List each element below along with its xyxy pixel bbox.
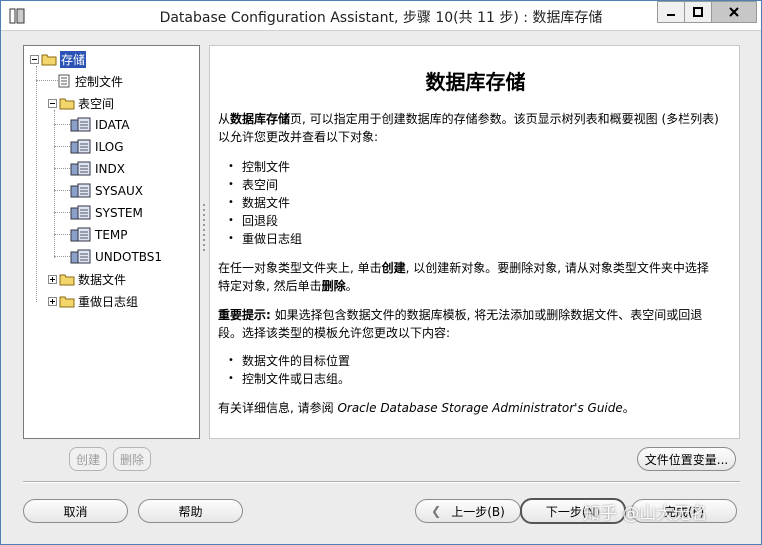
close-button[interactable] — [711, 1, 757, 23]
folder-open-icon — [41, 54, 57, 65]
help-content-panel: 数据库存储 从数据库存储页, 可以指定用于创建数据库的存储参数。该页显示树列表和… — [209, 45, 740, 439]
list-item: 控制文件 — [228, 158, 290, 176]
list-item: 重做日志组 — [228, 230, 302, 248]
tablespace-icon — [70, 139, 91, 154]
minimize-button[interactable] — [657, 1, 685, 23]
more-info-paragraph: 有关详细信息, 请参阅 Oracle Database Storage Admi… — [218, 401, 635, 415]
tree-item-tablespace[interactable]: TEMP — [70, 226, 128, 244]
chevron-left-icon: ❮ — [431, 504, 442, 518]
cancel-button[interactable]: 取消 — [23, 499, 128, 523]
tree-item-tablespaces[interactable]: 表空间 — [48, 94, 114, 112]
tree-item-control-files[interactable]: 控制文件 — [58, 72, 123, 90]
tree-item-tablespace[interactable]: SYSAUX — [70, 182, 143, 200]
list-item: 数据文件的目标位置 — [228, 352, 350, 370]
delete-button[interactable]: 删除 — [113, 447, 151, 471]
panel-splitter[interactable] — [202, 201, 206, 281]
folder-icon — [59, 274, 75, 285]
page-title: 数据库存储 — [425, 70, 526, 94]
list-item: 回退段 — [228, 212, 278, 230]
list-item: 表空间 — [228, 176, 278, 194]
dbca-window: Database Configuration Assistant, 步骤 10(… — [0, 0, 762, 545]
expand-icon[interactable] — [48, 296, 57, 306]
tree-item-tablespace[interactable]: UNDOTBS1 — [70, 248, 162, 266]
divider — [23, 481, 740, 483]
create-delete-paragraph: 在任一对象类型文件夹上, 单击创建, 以创建新对象。要删除对象, 请从对象类型文… — [218, 261, 709, 293]
tablespace-icon — [70, 161, 91, 176]
tablespace-icon — [70, 205, 91, 220]
close-icon — [729, 7, 739, 17]
collapse-icon[interactable] — [48, 98, 57, 108]
tree-item-datafiles[interactable]: 数据文件 — [48, 270, 126, 288]
folder-icon — [59, 296, 75, 307]
expand-icon[interactable] — [48, 274, 57, 284]
back-button[interactable]: ❮ 上一步(B) — [415, 499, 521, 523]
tree-item-tablespace[interactable]: SYSTEM — [70, 204, 143, 222]
list-item: 控制文件或日志组。 — [228, 370, 350, 388]
maximize-button[interactable] — [684, 1, 712, 23]
create-button[interactable]: 创建 — [69, 447, 107, 471]
help-button[interactable]: 帮助 — [138, 499, 243, 523]
tablespace-icon — [70, 249, 91, 264]
tree-item-redo-log-groups[interactable]: 重做日志组 — [48, 292, 138, 310]
title-bar: Database Configuration Assistant, 步骤 10(… — [1, 1, 761, 31]
tree-item-tablespace[interactable]: INDX — [70, 160, 125, 178]
folder-open-icon — [59, 98, 75, 109]
list-item: 数据文件 — [228, 194, 290, 212]
tree-item-storage[interactable]: 存储 — [30, 50, 87, 68]
control-file-icon — [58, 74, 70, 88]
tablespace-icon — [70, 183, 91, 198]
tablespace-icon — [70, 117, 91, 132]
minimize-icon — [667, 14, 675, 16]
file-location-variables-button[interactable]: 文件位置变量... — [637, 447, 736, 471]
collapse-icon[interactable] — [30, 54, 39, 64]
watermark: 知乎 @山大无名 — [583, 504, 708, 524]
maximize-icon — [693, 7, 703, 17]
tablespace-icon — [70, 227, 91, 242]
guide-title: Oracle Database Storage Administrator's … — [337, 401, 623, 415]
intro-paragraph: 从数据库存储页, 可以指定用于创建数据库的存储参数。该页显示树列表和概要视图 (… — [218, 112, 719, 144]
tree-item-tablespace[interactable]: ILOG — [70, 138, 124, 156]
window-title: Database Configuration Assistant, 步骤 10(… — [159, 10, 603, 26]
storage-tree[interactable]: 存储 控制文件 表空间 IDATA ILOG INDX SYSAUX SYSTE… — [23, 45, 200, 439]
tree-item-tablespace[interactable]: IDATA — [70, 116, 129, 134]
important-note: 重要提示: 如果选择包含数据文件的数据库模板, 将无法添加或删除数据文件、表空间… — [218, 308, 703, 340]
